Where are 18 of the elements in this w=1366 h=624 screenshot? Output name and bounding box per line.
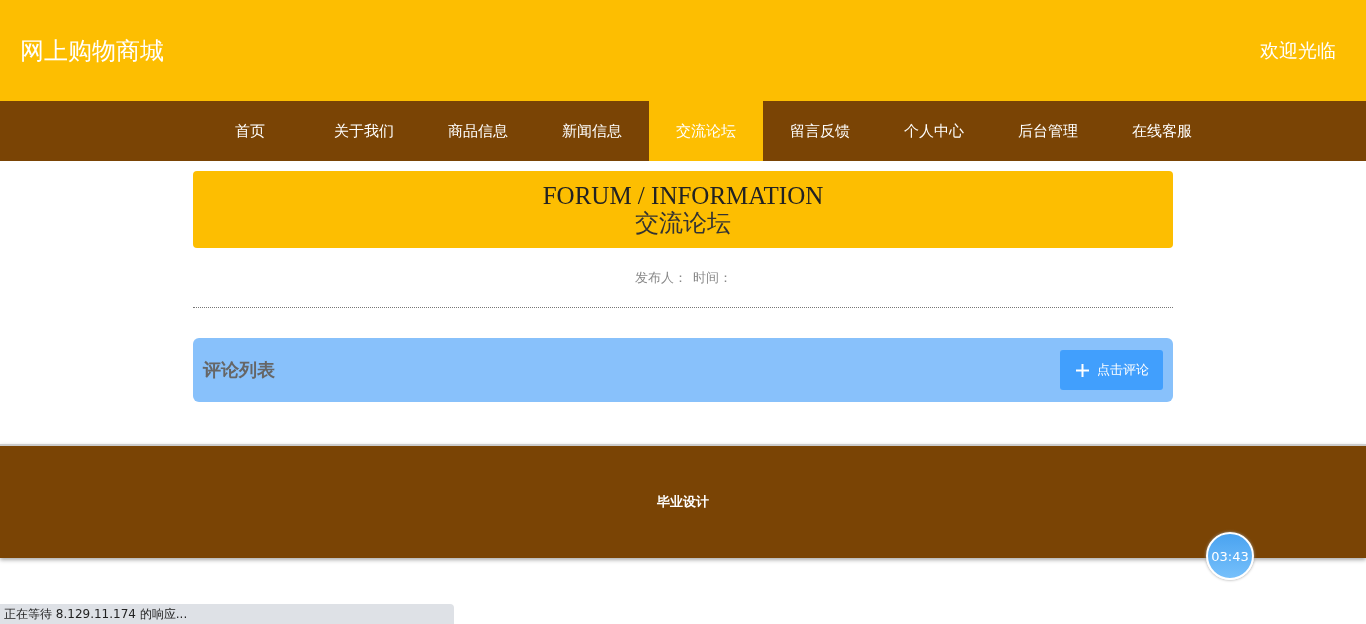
nav-tab[interactable]: 后台管理 bbox=[991, 101, 1105, 161]
banner-title: FORUM / INFORMATION bbox=[542, 182, 824, 209]
nav-tab[interactable]: 新闻信息 bbox=[535, 101, 649, 161]
nav-tab[interactable]: 商品信息 bbox=[421, 101, 535, 161]
author-label: 发布人： bbox=[634, 269, 687, 287]
time-label: 时间： bbox=[692, 269, 732, 287]
footer-text: 毕业设计 bbox=[657, 493, 709, 511]
site-title: 网上购物商城 bbox=[20, 35, 164, 67]
nav-tab[interactable]: 关于我们 bbox=[307, 101, 421, 161]
nav-tab[interactable]: 留言反馈 bbox=[763, 101, 877, 161]
nav-tab[interactable]: 在线客服 bbox=[1105, 101, 1219, 161]
plus-icon bbox=[1076, 363, 1089, 377]
comments-title: 评论列表 bbox=[203, 358, 275, 382]
welcome-text: 欢迎光临 bbox=[1260, 37, 1336, 63]
status-bar: 正在等待 8.129.11.174 的响应... bbox=[0, 604, 454, 624]
banner-subtitle: 交流论坛 bbox=[635, 208, 731, 237]
nav-tab[interactable]: 首页 bbox=[193, 101, 307, 161]
nav-tab[interactable]: 个人中心 bbox=[877, 101, 991, 161]
